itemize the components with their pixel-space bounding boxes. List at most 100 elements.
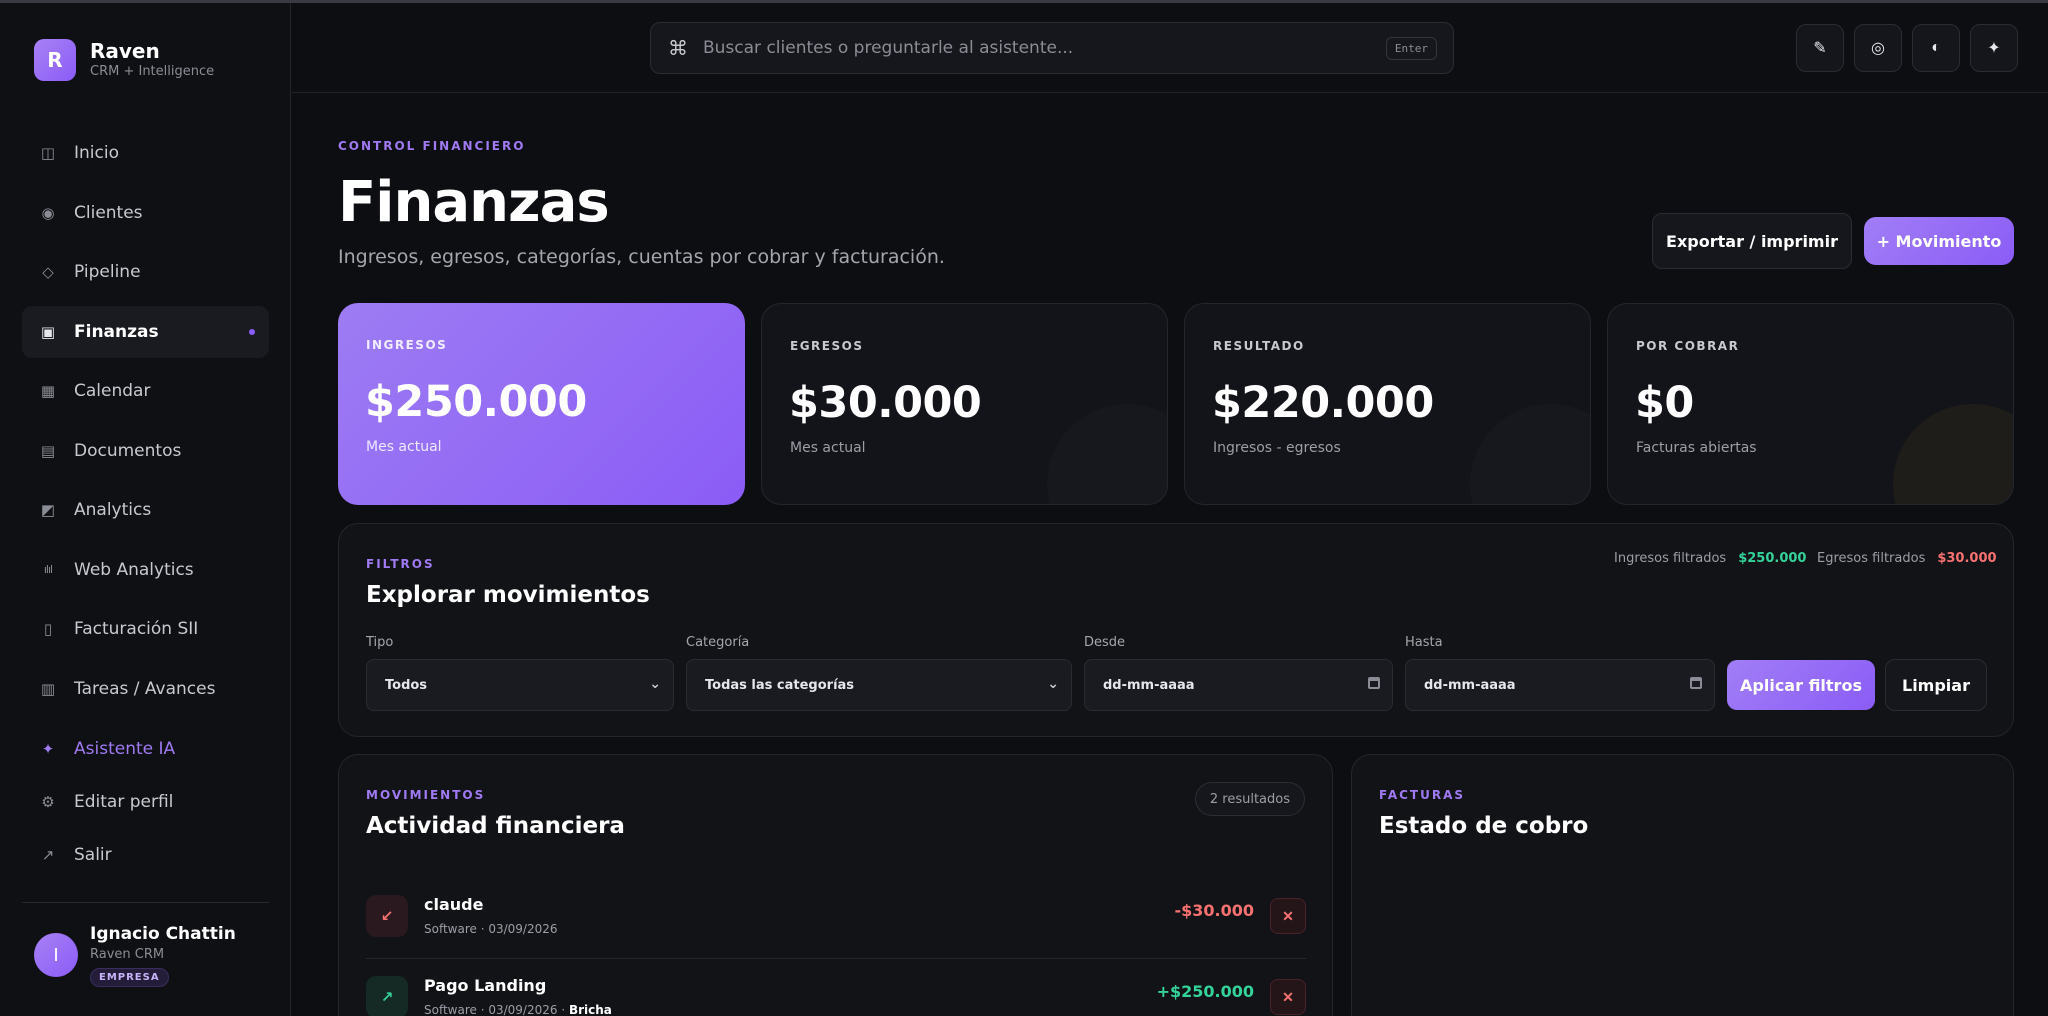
invoices-title: Estado de cobro <box>1379 813 1589 839</box>
movement-name: Pago Landing <box>424 976 547 995</box>
delete-movement-button[interactable]: ✕ <box>1270 979 1306 1015</box>
focus-button[interactable]: ◎ <box>1854 24 1902 72</box>
stack-icon: ▤ <box>40 441 56 460</box>
invoices-eyebrow: FACTURAS <box>1379 788 1466 802</box>
pencil-icon: ✎ <box>1813 40 1827 57</box>
kpi-card-ingresos: INGRESOS $250.000 Mes actual <box>338 303 745 505</box>
sparkle-icon: ✦ <box>1987 40 2001 57</box>
kpi-value: $0 <box>1635 378 1694 428</box>
movement-category-date: Software · 03/09/2026 · <box>424 1003 569 1016</box>
filtered-income-label: Ingresos filtrados <box>1614 551 1727 566</box>
filtered-expense-label: Egresos filtrados <box>1817 551 1926 566</box>
sidebar-item-label: Web Analytics <box>74 559 194 580</box>
categoria-select[interactable]: Todas las categorías ⌄ <box>686 659 1072 711</box>
apply-filters-button[interactable]: Aplicar filtros <box>1727 660 1875 710</box>
theme-toggle-button[interactable]: ◐ <box>1912 24 1960 72</box>
brand-name: Raven <box>90 39 160 63</box>
kpi-label: RESULTADO <box>1213 339 1305 353</box>
table-row[interactable]: ↙ claude Software · 03/09/2026 -$30.000 … <box>366 879 1306 959</box>
user-name: Ignacio Chattin <box>90 924 236 944</box>
sidebar-item-finanzas[interactable]: ▣ Finanzas <box>22 305 269 358</box>
exit-arrow-icon: ↗ <box>41 846 55 864</box>
sidebar-item-asistente-ia[interactable]: ✦ Asistente IA <box>22 723 269 775</box>
avatar: I <box>34 933 78 977</box>
sidebar-item-label: Clientes <box>74 202 143 223</box>
gear-icon: ⚙ <box>41 793 55 811</box>
wallet-icon: ▣ <box>40 322 56 341</box>
kpi-subtitle: Mes actual <box>790 440 866 456</box>
tipo-select[interactable]: Todos ⌄ <box>366 659 674 711</box>
movement-client: Bricha <box>568 1003 612 1016</box>
kpi-card-egresos: EGRESOS $30.000 Mes actual <box>761 303 1168 505</box>
sidebar-item-tareas-avances[interactable]: ▥ Tareas / Avances <box>22 663 269 715</box>
plan-badge: EMPRESA <box>90 968 169 987</box>
ai-assistant-button[interactable]: ✦ <box>1970 24 2018 72</box>
delete-movement-button[interactable]: ✕ <box>1270 898 1306 934</box>
sidebar-item-salir[interactable]: ↗ Salir <box>22 829 269 881</box>
kpi-value: $30.000 <box>789 378 982 428</box>
kpi-card-por-cobrar: POR COBRAR $0 Facturas abiertas <box>1607 303 2014 505</box>
categoria-label: Categoría <box>686 635 750 650</box>
sidebar-item-label: Salir <box>74 845 112 865</box>
sidebar-item-label: Inicio <box>74 143 119 163</box>
target-icon: ◉ <box>41 203 55 222</box>
movement-amount: +$250.000 <box>1156 982 1254 1001</box>
categoria-value: Todas las categorías <box>705 677 855 693</box>
search-bar[interactable]: ⌘ Enter <box>650 22 1454 74</box>
sidebar-item-label: Editar perfil <box>74 792 174 812</box>
sidebar-item-label: Calendar <box>74 381 151 401</box>
sidebar-item-label: Finanzas <box>74 321 159 342</box>
filters-title: Explorar movimientos <box>366 582 650 608</box>
sidebar-item-label: Documentos <box>74 440 182 461</box>
hasta-label: Hasta <box>1405 635 1443 650</box>
kpi-label: INGRESOS <box>366 338 448 352</box>
calendar-icon[interactable] <box>1690 677 1702 689</box>
sidebar: R Raven CRM + Intelligence ◫ Inicio ◉ Cl… <box>0 3 291 1016</box>
contrast-icon: ◐ <box>1931 39 1941 56</box>
kpi-value: $220.000 <box>1212 378 1434 428</box>
command-icon: ⌘ <box>668 36 688 60</box>
results-count-badge: 2 resultados <box>1194 782 1305 816</box>
new-movement-button[interactable]: + Movimiento <box>1864 217 2014 265</box>
topbar: ⌘ Enter ✎ ◎ ◐ ✦ <box>292 3 2048 93</box>
sidebar-item-label: Tareas / Avances <box>74 678 216 699</box>
export-print-button[interactable]: Exportar / imprimir <box>1652 213 1852 269</box>
sidebar-item-facturacion-sii[interactable]: ▯ Facturación SII <box>22 603 269 655</box>
calendar-icon[interactable] <box>1368 677 1380 689</box>
kpi-card-resultado: RESULTADO $220.000 Ingresos - egresos <box>1184 303 1591 505</box>
grid-icon: ▦ <box>40 382 56 400</box>
sidebar-divider <box>22 902 269 903</box>
sidebar-nav: ◫ Inicio ◉ Clientes ◇ Pipeline ▣ Finanza… <box>22 127 269 722</box>
search-input[interactable] <box>703 38 1386 58</box>
sidebar-item-analytics[interactable]: ◩ Analytics <box>22 484 269 536</box>
movements-title: Actividad financiera <box>366 813 625 839</box>
expense-arrow-icon: ↙ <box>366 895 408 937</box>
sidebar-item-inicio[interactable]: ◫ Inicio <box>22 127 269 179</box>
sidebar-item-web-analytics[interactable]: ılıl Web Analytics <box>22 544 269 596</box>
sidebar-item-clientes[interactable]: ◉ Clientes <box>22 187 269 239</box>
sidebar-item-documentos[interactable]: ▤ Documentos <box>22 425 269 477</box>
brand-logo: R <box>34 39 76 81</box>
chevron-down-icon: ⌄ <box>649 676 661 692</box>
sidebar-item-label: Asistente IA <box>74 739 176 759</box>
sidebar-item-calendar[interactable]: ▦ Calendar <box>22 365 269 417</box>
kpi-subtitle: Ingresos - egresos <box>1213 440 1341 456</box>
desde-label: Desde <box>1084 635 1126 650</box>
movement-category-date: Software · 03/09/2026 <box>424 922 558 936</box>
brand[interactable]: R Raven CRM + Intelligence <box>34 39 214 81</box>
sidebar-item-label: Analytics <box>74 500 152 520</box>
filtered-income-value: $250.000 <box>1738 551 1807 566</box>
close-icon: ✕ <box>1282 988 1294 1005</box>
document-icon: ▯ <box>43 620 53 638</box>
table-row[interactable]: ↗ Pago Landing Software · 03/09/2026 · B… <box>366 960 1306 1016</box>
card-decoration <box>1470 404 1590 504</box>
kpi-subtitle: Mes actual <box>366 439 442 455</box>
user-card[interactable]: I Ignacio Chattin Raven CRM EMPRESA <box>34 923 236 987</box>
clear-filters-button[interactable]: Limpiar <box>1885 659 1987 711</box>
desde-date-field[interactable]: dd-mm-aaaa <box>1084 659 1393 711</box>
sidebar-item-editar-perfil[interactable]: ⚙ Editar perfil <box>22 776 269 828</box>
ring-icon: ◎ <box>1871 40 1885 57</box>
hasta-date-field[interactable]: dd-mm-aaaa <box>1405 659 1715 711</box>
sidebar-item-pipeline[interactable]: ◇ Pipeline <box>22 246 269 298</box>
edit-button[interactable]: ✎ <box>1796 24 1844 72</box>
